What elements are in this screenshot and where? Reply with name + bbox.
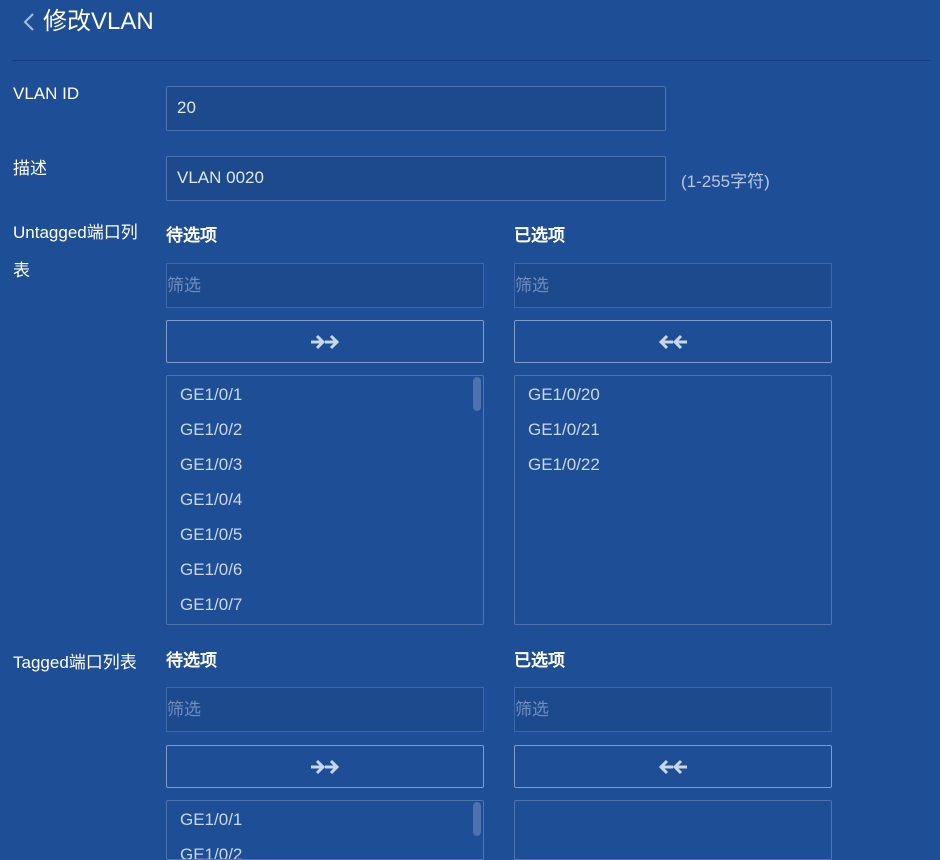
description-input[interactable]: VLAN 0020: [166, 156, 666, 201]
untagged-port-list-label: Untagged端口列表: [13, 223, 138, 280]
port-list-item[interactable]: GE1/0/5: [167, 517, 483, 552]
tagged-add-all-button[interactable]: [166, 745, 484, 788]
tagged-port-list-label: Tagged端口列表: [13, 653, 137, 672]
port-list-item[interactable]: GE1/0/3: [167, 447, 483, 482]
port-list-item[interactable]: GE1/0/20: [515, 377, 831, 412]
untagged-selected-list[interactable]: GE1/0/20 GE1/0/21 GE1/0/22: [514, 375, 832, 625]
tagged-remove-all-button[interactable]: [514, 745, 832, 788]
vlan-id-input[interactable]: 20: [166, 86, 666, 131]
port-list-item[interactable]: GE1/0/1: [167, 802, 483, 837]
double-arrow-right-icon: [311, 759, 340, 774]
port-list-item[interactable]: GE1/0/4: [167, 482, 483, 517]
description-label: 描述: [13, 159, 47, 178]
untagged-add-all-button[interactable]: [166, 320, 484, 363]
port-list-item[interactable]: GE1/0/7: [167, 587, 483, 622]
tagged-available-scrollbar[interactable]: [473, 802, 481, 836]
untagged-selected-items: GE1/0/20 GE1/0/21 GE1/0/22: [515, 376, 831, 482]
port-list-item[interactable]: GE1/0/6: [167, 552, 483, 587]
double-arrow-right-icon: [311, 334, 340, 349]
tagged-available-items: GE1/0/1 GE1/0/2: [167, 801, 483, 859]
tagged-selected-title: 已选项: [514, 651, 565, 670]
untagged-available-filter-input[interactable]: [166, 263, 484, 308]
tagged-selected-list[interactable]: [514, 800, 832, 860]
untagged-selected-filter-input[interactable]: [514, 263, 832, 308]
untagged-available-items: GE1/0/1 GE1/0/2 GE1/0/3 GE1/0/4 GE1/0/5 GE1/0…: [167, 376, 483, 622]
port-list-item[interactable]: GE1/0/1: [167, 377, 483, 412]
tagged-available-list[interactable]: GE1/0/1 GE1/0/2: [166, 800, 484, 860]
port-list-item[interactable]: GE1/0/2: [167, 412, 483, 447]
double-arrow-left-icon: [658, 759, 687, 774]
untagged-remove-all-button[interactable]: [514, 320, 832, 363]
port-list-item[interactable]: GE1/0/22: [515, 447, 831, 482]
port-list-item[interactable]: GE1/0/21: [515, 412, 831, 447]
header-divider: [12, 60, 930, 61]
untagged-selected-title: 已选项: [514, 226, 565, 245]
page-header: 修改VLAN: [0, 0, 940, 60]
tagged-available-title: 待选项: [166, 651, 217, 670]
untagged-available-scrollbar[interactable]: [473, 377, 481, 411]
vlan-id-label: VLAN ID: [13, 84, 80, 103]
page-title: 修改VLAN: [43, 8, 154, 35]
description-length-hint: (1-255字符): [681, 172, 770, 191]
untagged-available-title: 待选项: [166, 226, 217, 245]
tagged-available-filter-input[interactable]: [166, 687, 484, 732]
untagged-available-list[interactable]: GE1/0/1 GE1/0/2 GE1/0/3 GE1/0/4 GE1/0/5 GE1/0…: [166, 375, 484, 625]
chevron-left-icon[interactable]: [20, 10, 40, 34]
double-arrow-left-icon: [658, 334, 687, 349]
tagged-selected-items: [515, 801, 831, 802]
port-list-item[interactable]: GE1/0/2: [167, 837, 483, 859]
tagged-selected-filter-input[interactable]: [514, 687, 832, 732]
